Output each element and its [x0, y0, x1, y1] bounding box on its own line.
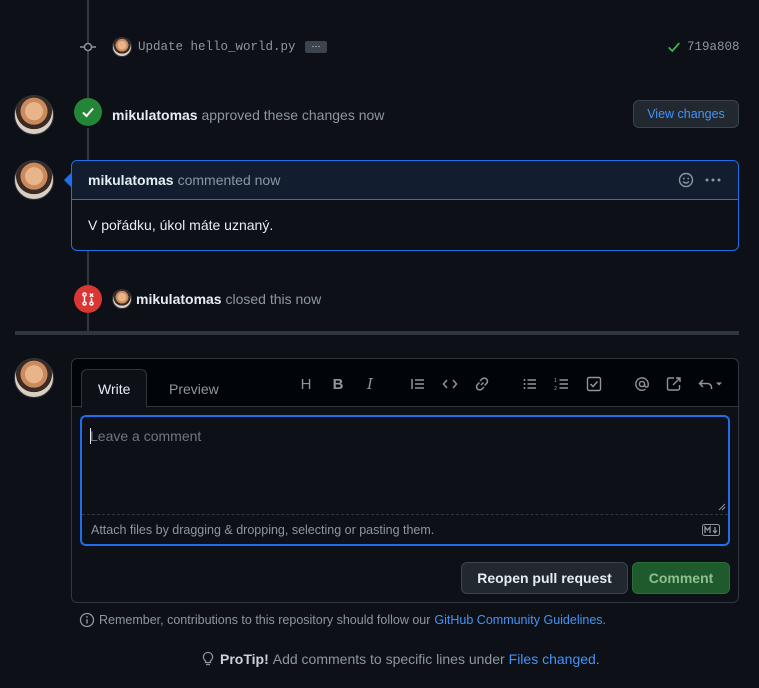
- unordered-list-icon[interactable]: [519, 373, 541, 395]
- resize-handle-icon[interactable]: [718, 503, 726, 511]
- protip-text: Add comments to specific lines under: [272, 651, 505, 667]
- ordered-list-icon[interactable]: 12: [551, 373, 573, 395]
- link-icon[interactable]: [471, 373, 493, 395]
- commit-expand-button[interactable]: ···: [305, 41, 327, 53]
- cross-reference-icon[interactable]: [663, 373, 685, 395]
- comment-body: V pořádku, úkol máte uznaný.: [88, 217, 274, 233]
- attach-divider: [82, 514, 728, 515]
- commit-message[interactable]: Update hello_world.py: [138, 40, 296, 54]
- guidelines-note: Remember, contributions to this reposito…: [79, 612, 606, 628]
- closer-username[interactable]: mikulatomas: [136, 291, 222, 307]
- editor-tabbar: Write Preview H B I 12: [72, 359, 738, 408]
- view-changes-button[interactable]: View changes: [633, 100, 739, 128]
- markdown-icon[interactable]: [702, 524, 720, 536]
- italic-icon[interactable]: I: [359, 373, 381, 395]
- pr-closed-icon: [74, 285, 102, 313]
- comment-header: mikulatomas commented now: [72, 161, 738, 200]
- commenter-avatar[interactable]: [14, 160, 54, 200]
- tab-preview[interactable]: Preview: [153, 369, 235, 408]
- smiley-icon[interactable]: [678, 172, 694, 188]
- info-icon: [79, 612, 95, 628]
- commit-dot-icon: [80, 40, 96, 54]
- comment-placeholder: Leave a comment: [90, 428, 202, 444]
- timeline-divider: [15, 331, 739, 335]
- community-guidelines-link[interactable]: GitHub Community Guidelines: [434, 613, 602, 627]
- timeline-line-bottom: [87, 313, 89, 331]
- quote-icon[interactable]: [407, 373, 429, 395]
- approval-text: mikulatomas approved these changes now: [112, 107, 384, 123]
- tab-write[interactable]: Write: [81, 369, 148, 408]
- guidelines-suffix: .: [602, 613, 607, 627]
- task-list-icon[interactable]: [583, 373, 605, 395]
- closed-event-text: mikulatomas closed this now: [136, 291, 321, 307]
- current-user-avatar[interactable]: [14, 358, 54, 398]
- saved-replies-icon[interactable]: [697, 373, 727, 395]
- mention-icon[interactable]: [631, 373, 653, 395]
- svg-text:2: 2: [554, 386, 557, 392]
- attach-files-hint[interactable]: Attach files by dragging & dropping, sel…: [91, 523, 434, 537]
- guidelines-prefix: Remember, contributions to this reposito…: [99, 613, 431, 627]
- approver-avatar[interactable]: [14, 95, 54, 135]
- new-comment-editor: Write Preview H B I 12 Leave a comment A…: [71, 358, 739, 603]
- comment-textarea[interactable]: Leave a comment Attach files by dragging…: [80, 415, 730, 546]
- kebab-menu-icon[interactable]: [704, 172, 722, 188]
- heading-icon[interactable]: H: [295, 373, 317, 395]
- bold-icon[interactable]: B: [327, 373, 349, 395]
- approval-description: approved these changes now: [201, 107, 385, 123]
- approver-username[interactable]: mikulatomas: [112, 107, 198, 123]
- check-icon: [667, 40, 681, 54]
- files-changed-link[interactable]: Files changed: [509, 651, 596, 667]
- closer-avatar[interactable]: [112, 289, 132, 309]
- commenter-username[interactable]: mikulatomas: [88, 172, 174, 188]
- timeline-line-middle: [87, 128, 89, 160]
- closed-description: closed this now: [225, 291, 322, 307]
- comment-submit-button[interactable]: Comment: [632, 562, 730, 594]
- code-icon[interactable]: [439, 373, 461, 395]
- commit-author-avatar[interactable]: [112, 37, 132, 57]
- protip-label: ProTip!: [220, 651, 269, 667]
- lightbulb-icon: [200, 651, 216, 667]
- comment-card: mikulatomas commented now V pořádku, úko…: [71, 160, 739, 251]
- protip: ProTip! Add comments to specific lines u…: [200, 651, 600, 667]
- comment-meta[interactable]: commented now: [178, 172, 281, 188]
- reopen-pull-request-button[interactable]: Reopen pull request: [461, 562, 628, 594]
- timeline-line-lower: [87, 251, 89, 287]
- approved-check-icon: [74, 98, 102, 126]
- svg-text:1: 1: [554, 378, 557, 384]
- commit-sha[interactable]: 719a808: [687, 40, 740, 54]
- protip-suffix: .: [595, 651, 600, 667]
